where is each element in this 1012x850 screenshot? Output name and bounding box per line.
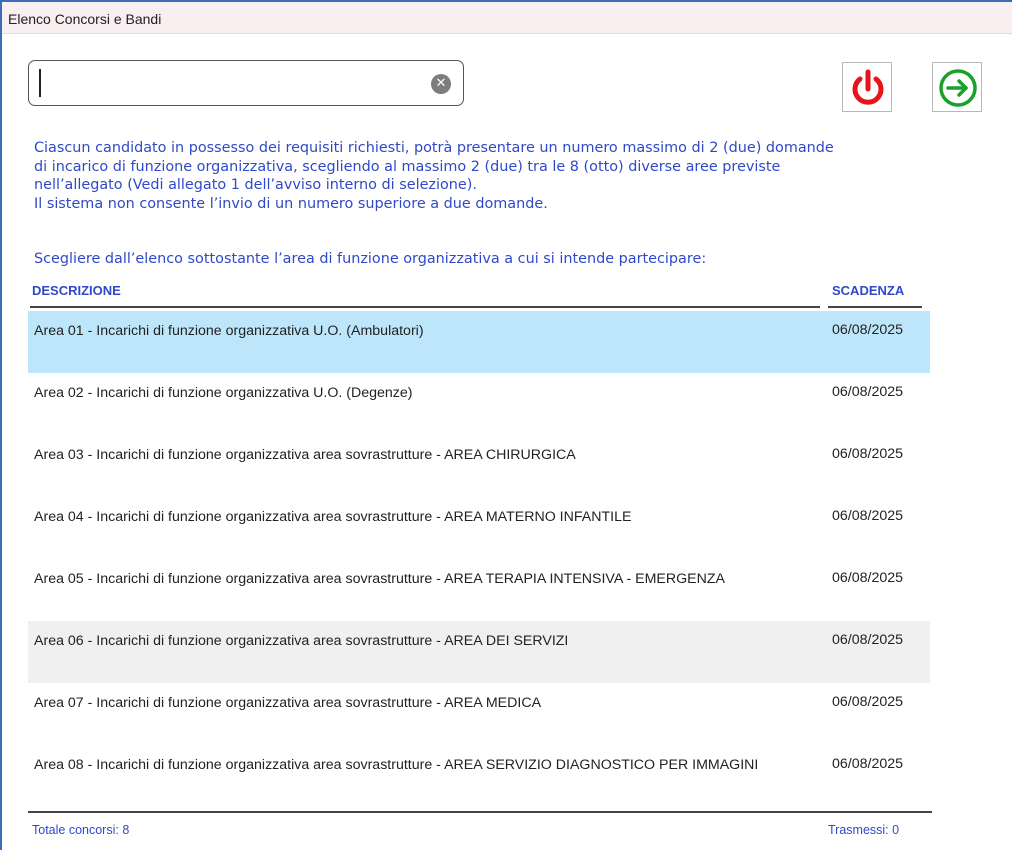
notice-line: nell’allegato (Vedi allegato 1 dell’avvi… bbox=[34, 177, 477, 193]
title-bar: Elenco Concorsi e Bandi bbox=[2, 2, 1012, 34]
row-description: Area 07 - Incarichi di funzione organizz… bbox=[34, 695, 542, 711]
notice-line: di incarico di funzione organizzativa, s… bbox=[34, 158, 781, 175]
window-title: Elenco Concorsi e Bandi bbox=[8, 11, 162, 27]
table-row[interactable]: Area 01 - Incarichi di funzione organizz… bbox=[28, 311, 930, 373]
row-deadline: 06/08/2025 bbox=[832, 384, 904, 400]
total-count: Totale concorsi: 8 bbox=[32, 823, 130, 837]
sent-count: Trasmessi: 0 bbox=[828, 823, 900, 837]
row-deadline: 06/08/2025 bbox=[832, 322, 904, 338]
header-divider bbox=[30, 306, 820, 308]
row-deadline: 06/08/2025 bbox=[832, 756, 904, 772]
row-deadline: 06/08/2025 bbox=[832, 446, 904, 462]
clear-circle-icon[interactable]: ✕ bbox=[431, 74, 451, 94]
power-button[interactable] bbox=[842, 62, 892, 112]
footer-divider bbox=[28, 811, 932, 813]
notice-line: Ciascun candidato in possesso dei requis… bbox=[34, 140, 834, 156]
table-row[interactable]: Area 07 - Incarichi di funzione organizz… bbox=[28, 683, 930, 745]
arrow-right-circle-icon bbox=[939, 69, 977, 107]
column-header-deadline: SCADENZA bbox=[832, 283, 905, 298]
choose-instruction: Scegliere dall’elenco sottostante l’area… bbox=[34, 251, 707, 267]
row-description: Area 03 - Incarichi di funzione organizz… bbox=[34, 447, 576, 463]
row-description: Area 08 - Incarichi di funzione organizz… bbox=[34, 757, 759, 773]
row-description: Area 01 - Incarichi di funzione organizz… bbox=[34, 323, 424, 339]
contest-list: Area 01 - Incarichi di funzione organizz… bbox=[28, 311, 930, 807]
row-description: Area 05 - Incarichi di funzione organizz… bbox=[34, 571, 725, 587]
row-deadline: 06/08/2025 bbox=[832, 632, 904, 648]
table-row[interactable]: Area 04 - Incarichi di funzione organizz… bbox=[28, 497, 930, 559]
header-divider bbox=[828, 306, 922, 308]
row-description: Area 02 - Incarichi di funzione organizz… bbox=[34, 385, 413, 401]
notice-text: Ciascun candidato in possesso dei requis… bbox=[34, 139, 984, 213]
row-deadline: 06/08/2025 bbox=[832, 570, 904, 586]
table-row[interactable]: Area 05 - Incarichi di funzione organizz… bbox=[28, 559, 930, 621]
notice-line: Il sistema non consente l’invio di un nu… bbox=[34, 195, 548, 212]
search-box[interactable]: ✕ bbox=[28, 60, 464, 106]
table-row[interactable]: Area 02 - Incarichi di funzione organizz… bbox=[28, 373, 930, 435]
table-row[interactable]: Area 06 - Incarichi di funzione organizz… bbox=[28, 621, 930, 683]
row-description: Area 04 - Incarichi di funzione organizz… bbox=[34, 509, 632, 525]
row-deadline: 06/08/2025 bbox=[832, 508, 904, 524]
power-icon bbox=[852, 69, 884, 105]
enter-button[interactable] bbox=[932, 62, 982, 112]
row-deadline: 06/08/2025 bbox=[832, 694, 904, 710]
search-input[interactable] bbox=[37, 70, 417, 96]
app-window: Elenco Concorsi e Bandi ✕ Ciascun candid… bbox=[0, 0, 1012, 850]
column-header-description: DESCRIZIONE bbox=[32, 283, 121, 298]
row-description: Area 06 - Incarichi di funzione organizz… bbox=[34, 633, 569, 649]
table-row[interactable]: Area 03 - Incarichi di funzione organizz… bbox=[28, 435, 930, 497]
table-row[interactable]: Area 08 - Incarichi di funzione organizz… bbox=[28, 745, 930, 807]
